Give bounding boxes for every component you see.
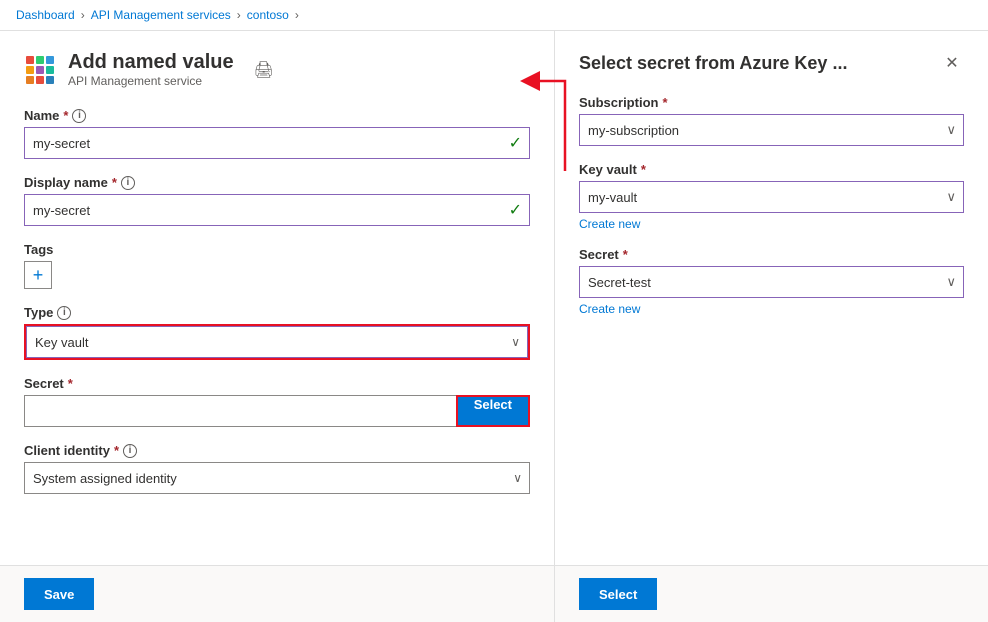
- close-button[interactable]: ✕: [940, 51, 964, 75]
- name-input[interactable]: [24, 127, 530, 159]
- type-select-wrapper: Plain Secret Key vault ∨: [26, 326, 528, 358]
- breadcrumb-contoso[interactable]: contoso: [247, 8, 289, 22]
- right-secret-field-group: Secret * Secret-test ∨ Create new: [579, 247, 964, 316]
- display-name-check-mark: ✓: [509, 200, 522, 220]
- display-name-label: Display name * i: [24, 175, 530, 190]
- type-info-icon[interactable]: i: [57, 306, 71, 320]
- footer-right: Select: [555, 566, 988, 622]
- client-identity-info-icon[interactable]: i: [123, 444, 137, 458]
- key-vault-label: Key vault *: [579, 162, 964, 177]
- page-header: Add named value API Management service 🖨: [24, 51, 530, 88]
- client-identity-required: *: [114, 443, 119, 458]
- key-vault-field-group: Key vault * my-vault ∨ Create new: [579, 162, 964, 231]
- type-field-highlight: Plain Secret Key vault ∨: [24, 324, 530, 360]
- secret-row: Select: [24, 395, 530, 427]
- subscription-select[interactable]: my-subscription: [579, 114, 964, 146]
- display-name-input-wrapper: ✓: [24, 194, 530, 226]
- print-icon[interactable]: 🖨: [254, 60, 274, 80]
- name-input-wrapper: ✓: [24, 127, 530, 159]
- secret-field-group: Secret * Select: [24, 376, 530, 427]
- add-tag-button[interactable]: +: [24, 261, 52, 289]
- tags-field-group: Tags +: [24, 242, 530, 289]
- client-identity-select-wrapper: System assigned identity User assigned i…: [24, 462, 530, 494]
- client-identity-label: Client identity * i: [24, 443, 530, 458]
- type-field-group: Type i Plain Secret Key vault ∨: [24, 305, 530, 360]
- key-vault-required: *: [641, 162, 646, 177]
- page-title-block: Add named value API Management service: [68, 51, 234, 88]
- secret-label: Secret *: [24, 376, 530, 391]
- subscription-required: *: [662, 95, 667, 110]
- client-identity-select[interactable]: System assigned identity User assigned i…: [24, 462, 530, 494]
- name-field-group: Name * i ✓: [24, 108, 530, 159]
- secret-required: *: [68, 376, 73, 391]
- type-select[interactable]: Plain Secret Key vault: [26, 326, 528, 358]
- footer-left: Save: [0, 566, 555, 622]
- right-secret-select-wrapper: Secret-test ∨: [579, 266, 964, 298]
- page-title: Add named value: [68, 51, 234, 74]
- panel-header: Select secret from Azure Key ... ✕: [579, 51, 964, 75]
- breadcrumb-dashboard[interactable]: Dashboard: [16, 8, 75, 22]
- breadcrumb: Dashboard › API Management services › co…: [0, 0, 988, 31]
- save-button[interactable]: Save: [24, 578, 94, 610]
- panel-select-button[interactable]: Select: [579, 578, 657, 610]
- subscription-select-wrapper: my-subscription ∨: [579, 114, 964, 146]
- subscription-label: Subscription *: [579, 95, 964, 110]
- client-identity-field-group: Client identity * i System assigned iden…: [24, 443, 530, 494]
- secret-input[interactable]: [24, 395, 456, 427]
- subscription-field-group: Subscription * my-subscription ∨: [579, 95, 964, 146]
- name-label: Name * i: [24, 108, 530, 123]
- secret-create-new-link[interactable]: Create new: [579, 302, 964, 316]
- key-vault-select-wrapper: my-vault ∨: [579, 181, 964, 213]
- footer: Save Select: [0, 565, 988, 622]
- key-vault-create-new-link[interactable]: Create new: [579, 217, 964, 231]
- display-name-input[interactable]: [24, 194, 530, 226]
- name-info-icon[interactable]: i: [72, 109, 86, 123]
- page-subtitle: API Management service: [68, 74, 234, 88]
- type-label: Type i: [24, 305, 530, 320]
- left-panel: Add named value API Management service 🖨…: [0, 31, 555, 565]
- right-secret-required: *: [623, 247, 628, 262]
- right-panel: Select secret from Azure Key ... ✕ Subsc…: [555, 31, 988, 565]
- display-name-required: *: [112, 175, 117, 190]
- display-name-field-group: Display name * i ✓: [24, 175, 530, 226]
- breadcrumb-api-management[interactable]: API Management services: [91, 8, 231, 22]
- api-management-icon: [26, 56, 54, 84]
- key-vault-select[interactable]: my-vault: [579, 181, 964, 213]
- name-required: *: [63, 108, 68, 123]
- select-btn-highlight: Select: [456, 395, 530, 427]
- tags-label: Tags: [24, 242, 530, 257]
- secret-select-button[interactable]: Select: [458, 397, 528, 425]
- right-secret-select[interactable]: Secret-test: [579, 266, 964, 298]
- panel-title: Select secret from Azure Key ...: [579, 53, 847, 74]
- display-name-info-icon[interactable]: i: [121, 176, 135, 190]
- name-check-mark: ✓: [509, 133, 522, 153]
- right-secret-label: Secret *: [579, 247, 964, 262]
- page-icon: [24, 54, 56, 86]
